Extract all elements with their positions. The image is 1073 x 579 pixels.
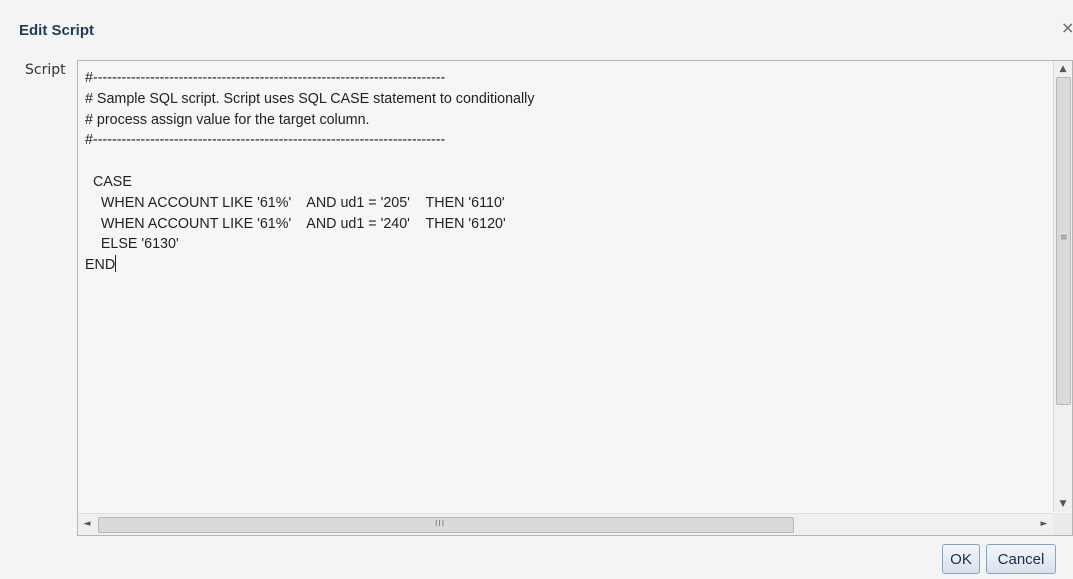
- resize-grip-icon[interactable]: [1061, 567, 1073, 579]
- dialog-title: Edit Script: [19, 22, 95, 39]
- code-line: # process assign value for the target co…: [85, 111, 370, 128]
- horizontal-scroll-thumb[interactable]: III: [98, 517, 794, 533]
- code-line: WHEN ACCOUNT LIKE '61%' AND ud1 = '205' …: [85, 194, 505, 211]
- grip-icon: ≡: [1060, 233, 1068, 243]
- scroll-corner: [1053, 513, 1072, 535]
- code-line: END: [85, 257, 116, 274]
- code-line: ELSE '6130': [85, 236, 179, 253]
- vertical-scrollbar[interactable]: ▲ ≡ ▼: [1053, 61, 1072, 512]
- vertical-scroll-thumb[interactable]: ≡: [1056, 77, 1071, 405]
- ok-button[interactable]: OK: [942, 544, 980, 574]
- script-label: Script: [25, 62, 66, 78]
- scroll-up-icon[interactable]: ▲: [1054, 61, 1072, 77]
- cancel-button[interactable]: Cancel: [986, 544, 1056, 574]
- code-line: WHEN ACCOUNT LIKE '61%' AND ud1 = '240' …: [85, 215, 506, 232]
- horizontal-scrollbar[interactable]: ◄ III ►: [78, 513, 1053, 535]
- scroll-right-icon[interactable]: ►: [1035, 514, 1053, 535]
- code-line: # Sample SQL script. Script uses SQL CAS…: [85, 90, 535, 107]
- script-textarea[interactable]: #---------------------------------------…: [78, 61, 1053, 512]
- edit-script-dialog: Edit Script × Script #------------------…: [0, 0, 1073, 579]
- script-editor[interactable]: #---------------------------------------…: [77, 60, 1073, 536]
- code-line: #---------------------------------------…: [85, 132, 446, 149]
- text-caret: [115, 255, 117, 273]
- grip-icon: III: [435, 519, 446, 528]
- code-line: CASE: [85, 173, 132, 190]
- close-icon[interactable]: ×: [1061, 19, 1073, 37]
- script-code[interactable]: #---------------------------------------…: [78, 61, 1053, 276]
- scroll-left-icon[interactable]: ◄: [78, 514, 96, 535]
- code-line: #---------------------------------------…: [85, 70, 446, 86]
- scroll-down-icon[interactable]: ▼: [1054, 496, 1072, 512]
